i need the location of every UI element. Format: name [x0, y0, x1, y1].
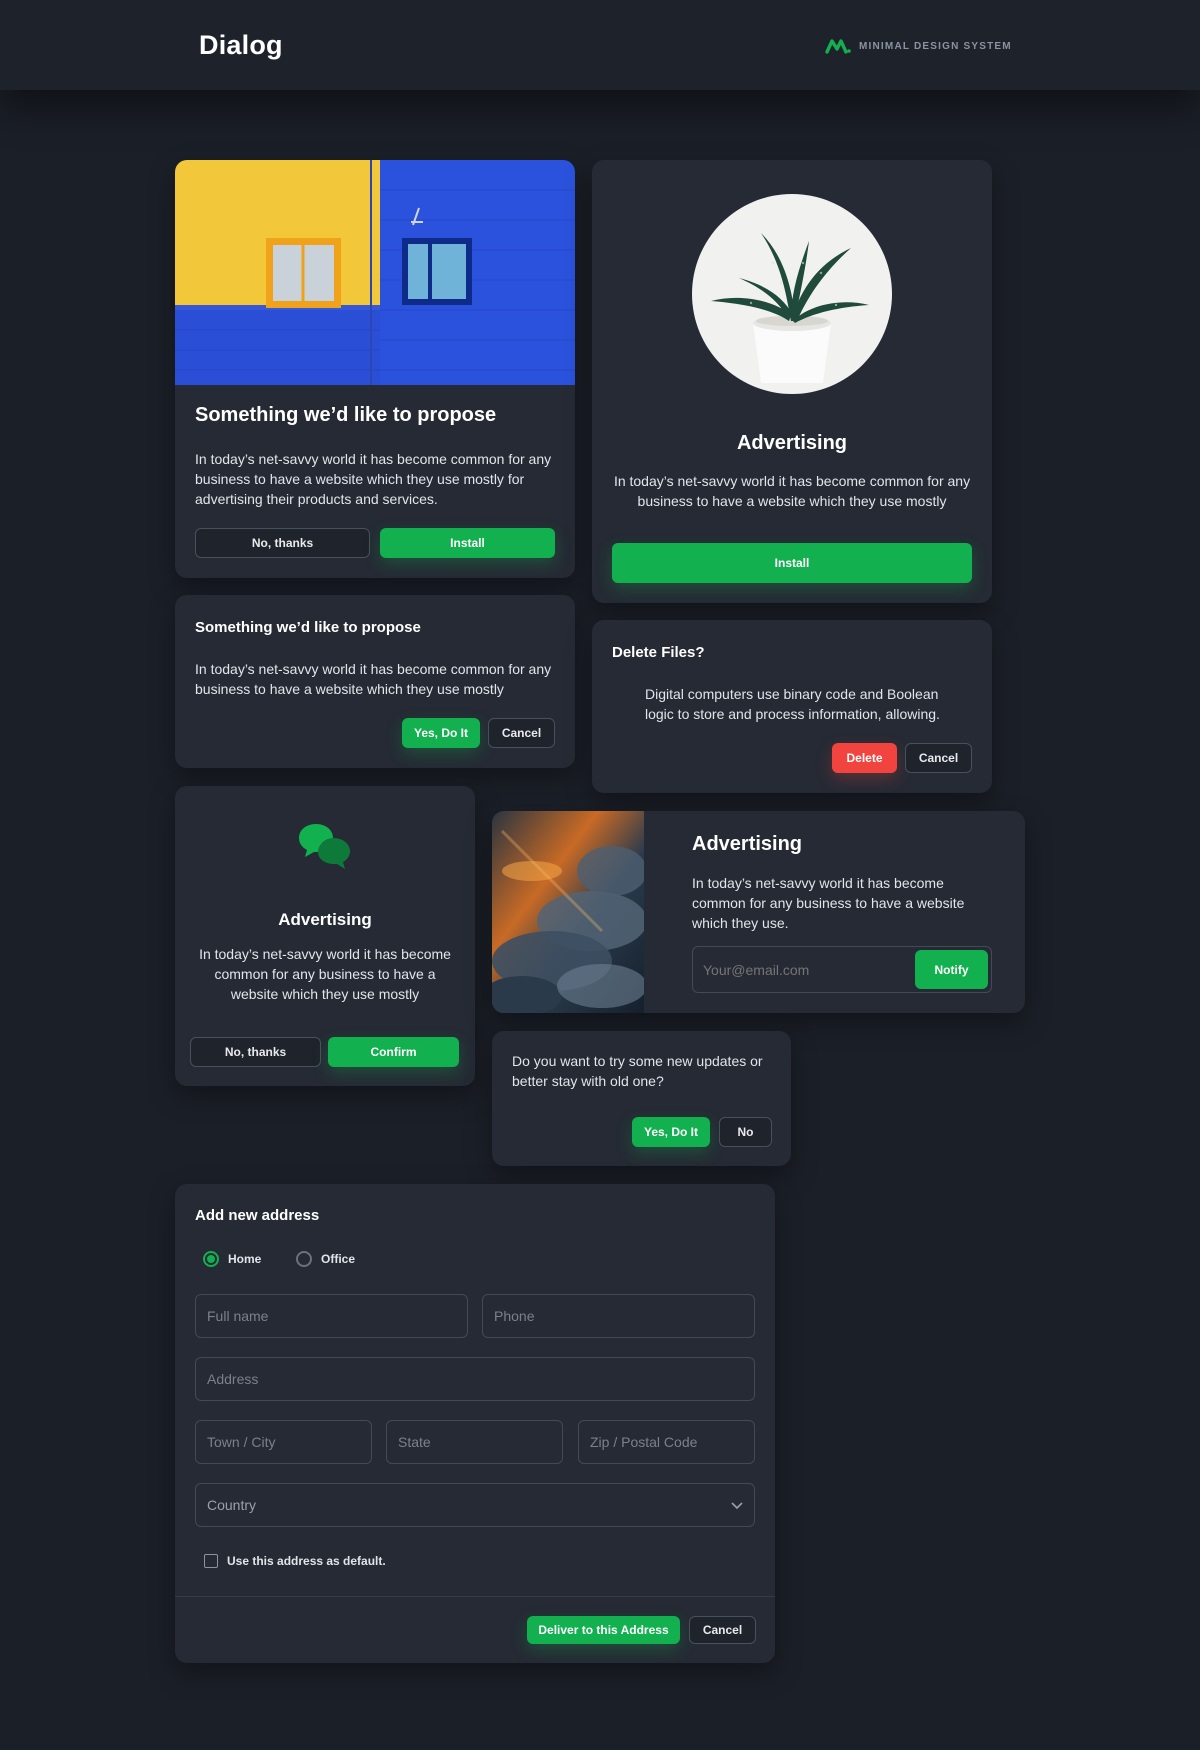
updates-dialog: Do you want to try some new updates or b…	[492, 1031, 791, 1166]
m-logo-icon	[825, 39, 851, 54]
add-address-dialog: Add new address Home Office Full name Ph…	[175, 1184, 775, 1663]
radio-home-label: Home	[228, 1252, 262, 1266]
propose-dialog-small: Something we’d like to propose In today’…	[175, 595, 575, 768]
radio-home[interactable]: Home	[203, 1251, 261, 1267]
clouds-photo	[492, 811, 644, 1013]
checkbox-label: Use this address as default.	[227, 1554, 386, 1568]
dialog-body: Digital computers use binary code and Bo…	[645, 686, 940, 722]
dialog-body: In today’s net-savvy world it has become…	[195, 661, 552, 697]
cancel-button[interactable]: Cancel	[905, 743, 972, 773]
install-button[interactable]: Install	[380, 528, 555, 558]
notify-button[interactable]: Notify	[915, 950, 988, 989]
yes-do-it-button[interactable]: Yes, Do It	[632, 1117, 710, 1147]
dialog-title: Something we’d like to propose	[195, 404, 497, 426]
advertising-dialog-email: Advertising In today’s net-savvy world i…	[492, 811, 1025, 1013]
confirm-button[interactable]: Confirm	[328, 1037, 459, 1067]
radio-office-label: Office	[321, 1252, 356, 1266]
dialog-body: In today’s net-savvy world it has become…	[613, 473, 971, 509]
brand[interactable]: MINIMAL DESIGN SYSTEM	[825, 38, 1012, 54]
dialog-title: Something we’d like to propose	[195, 619, 421, 636]
cancel-button[interactable]: Cancel	[488, 718, 555, 748]
install-button[interactable]: Install	[612, 543, 972, 583]
yes-do-it-button[interactable]: Yes, Do It	[402, 718, 480, 748]
top-bar: Dialog MINIMAL DESIGN SYSTEM	[0, 0, 1200, 90]
city-field[interactable]: Town / City	[195, 1420, 372, 1464]
dialog-body: In today’s net-savvy world it has become…	[692, 875, 965, 931]
radio-office-indicator	[296, 1251, 312, 1267]
radio-office[interactable]: Office	[296, 1251, 355, 1267]
dialog-title: Delete Files?	[612, 644, 705, 661]
building-photo	[175, 160, 575, 385]
page-title: Dialog	[199, 30, 283, 60]
country-select[interactable]: Country	[195, 1483, 755, 1527]
delete-button[interactable]: Delete	[832, 743, 897, 773]
country-select-value: Country	[207, 1497, 257, 1513]
advertising-dialog-plant: Advertising In today’s net-savvy world i…	[592, 160, 992, 603]
address-field[interactable]: Address	[195, 1357, 755, 1401]
full-name-field[interactable]: Full name	[195, 1294, 468, 1338]
dialog-body: In today’s net-savvy world it has become…	[195, 451, 552, 507]
dialog-title: Advertising	[736, 432, 848, 454]
no-thanks-button[interactable]: No, thanks	[190, 1037, 321, 1067]
delete-files-dialog: Delete Files? Digital computers use bina…	[592, 620, 992, 793]
state-field[interactable]: State	[386, 1420, 563, 1464]
dialog-body: Do you want to try some new updates or b…	[512, 1053, 763, 1089]
brand-label: MINIMAL DESIGN SYSTEM	[859, 40, 1012, 52]
chat-bubbles-icon	[299, 824, 350, 869]
email-input[interactable]	[703, 959, 903, 981]
dialog-title: Add new address	[195, 1207, 320, 1224]
dialog-title: Advertising	[278, 910, 372, 929]
plant-photo	[692, 194, 892, 394]
footer-divider	[175, 1596, 775, 1597]
zip-field[interactable]: Zip / Postal Code	[578, 1420, 755, 1464]
advertising-dialog-chat: Advertising In today’s net-savvy world i…	[175, 786, 475, 1086]
checkbox-box	[204, 1554, 218, 1568]
deliver-button[interactable]: Deliver to this Address	[527, 1616, 680, 1644]
propose-dialog-image: Something we’d like to propose In today’…	[175, 160, 575, 578]
phone-field[interactable]: Phone	[482, 1294, 755, 1338]
email-input-group: Notify	[692, 946, 992, 993]
no-button[interactable]: No	[719, 1117, 772, 1147]
dialog-body: In today’s net-savvy world it has become…	[199, 946, 451, 1002]
no-thanks-button[interactable]: No, thanks	[195, 528, 370, 558]
dialog-title: Advertising	[692, 833, 803, 855]
chevron-down-icon	[731, 1502, 743, 1510]
radio-home-indicator	[203, 1251, 219, 1267]
default-address-checkbox[interactable]: Use this address as default.	[204, 1554, 386, 1568]
cancel-button[interactable]: Cancel	[689, 1616, 756, 1644]
